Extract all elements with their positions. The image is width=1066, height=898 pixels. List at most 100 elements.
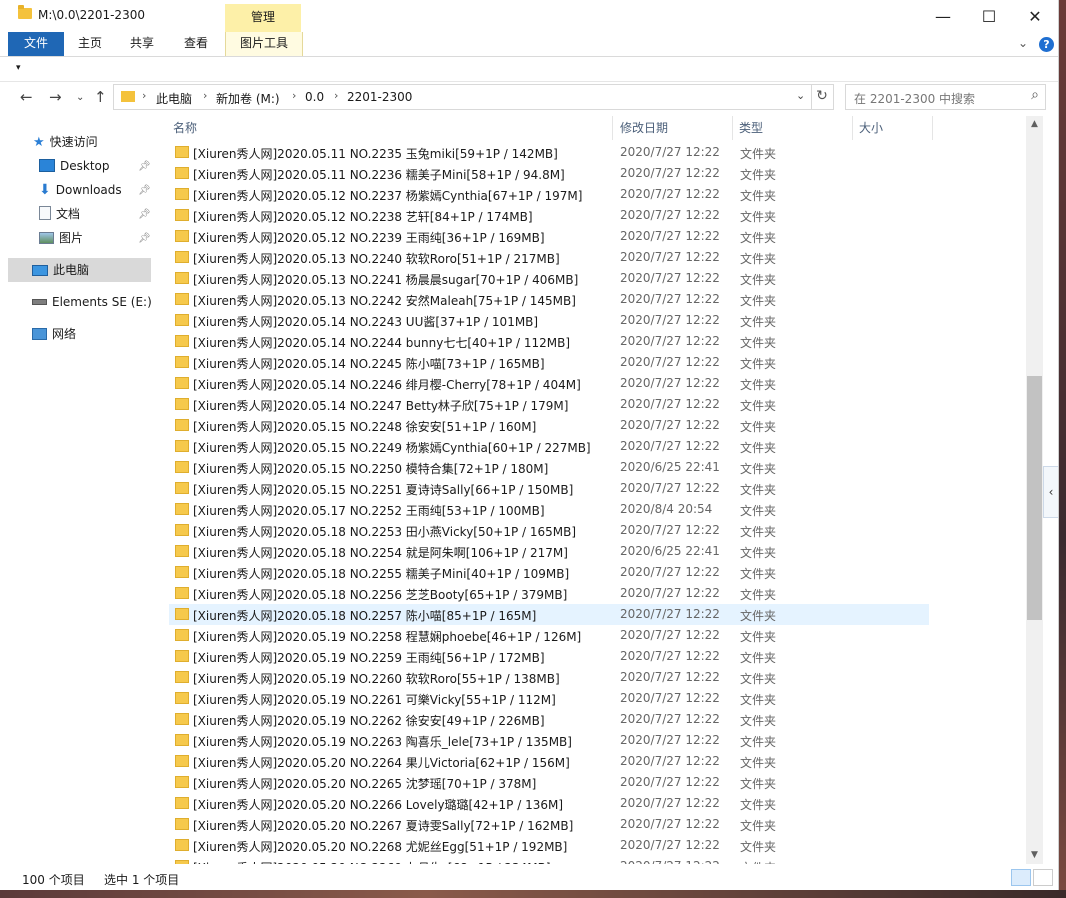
- up-arrow-icon[interactable]: ↑: [94, 88, 107, 106]
- table-row[interactable]: [Xiuren秀人网]2020.05.13 NO.2242 安然Maleah[7…: [169, 289, 929, 310]
- table-row[interactable]: [Xiuren秀人网]2020.05.14 NO.2245 陈小喵[73+1P …: [169, 352, 929, 373]
- column-header-type[interactable]: 类型: [733, 116, 853, 140]
- address-dropdown-icon[interactable]: ⌄: [796, 89, 805, 102]
- file-type: 文件夹: [740, 252, 777, 266]
- tab-view[interactable]: 查看: [176, 32, 216, 56]
- file-type: 文件夹: [740, 420, 777, 434]
- table-row[interactable]: [Xiuren秀人网]2020.05.15 NO.2249 杨紫嫣Cynthia…: [169, 436, 929, 457]
- table-row[interactable]: [Xiuren秀人网]2020.05.14 NO.2243 UU酱[37+1P …: [169, 310, 929, 331]
- nav-pictures[interactable]: 图片: [39, 227, 83, 249]
- search-box[interactable]: 在 2201-2300 中搜索 ⌕: [845, 84, 1046, 110]
- scroll-down-icon[interactable]: ▼: [1026, 847, 1043, 864]
- chevron-right-icon[interactable]: ›: [334, 89, 338, 102]
- context-tab-manage[interactable]: 管理: [225, 4, 301, 32]
- nav-documents[interactable]: 文档: [39, 203, 80, 225]
- table-row[interactable]: [Xiuren秀人网]2020.05.18 NO.2255 糯美子Mini[40…: [169, 562, 929, 583]
- table-row[interactable]: [Xiuren秀人网]2020.05.14 NO.2247 Betty林子欣[7…: [169, 394, 929, 415]
- column-header-name[interactable]: 名称: [169, 116, 613, 140]
- column-header-date[interactable]: 修改日期: [613, 116, 733, 140]
- recent-dropdown-icon[interactable]: ⌄: [76, 92, 84, 103]
- scroll-up-icon[interactable]: ▲: [1026, 116, 1043, 133]
- status-bar: 100 个项目 选中 1 个项目: [0, 866, 1058, 890]
- close-button[interactable]: ✕: [1012, 0, 1058, 32]
- file-date: 2020/7/27 12:22: [620, 292, 720, 306]
- tab-home[interactable]: 主页: [70, 32, 110, 56]
- table-row[interactable]: [Xiuren秀人网]2020.05.13 NO.2240 软软Roro[51+…: [169, 247, 929, 268]
- details-view-icon[interactable]: [1011, 869, 1031, 886]
- table-row[interactable]: [Xiuren秀人网]2020.05.12 NO.2238 艺轩[84+1P /…: [169, 205, 929, 226]
- table-row[interactable]: [Xiuren秀人网]2020.05.19 NO.2260 软软Roro[55+…: [169, 667, 929, 688]
- table-row[interactable]: [Xiuren秀人网]2020.05.15 NO.2250 模特合集[72+1P…: [169, 457, 929, 478]
- folder-icon: [175, 839, 189, 851]
- picture-icon: [39, 232, 54, 244]
- nav-this-pc[interactable]: 此电脑: [32, 259, 89, 281]
- chevron-right-icon[interactable]: ›: [292, 89, 296, 102]
- table-row[interactable]: [Xiuren秀人网]2020.05.11 NO.2236 糯美子Mini[58…: [169, 163, 929, 184]
- nav-quick-access[interactable]: ★ 快速访问: [33, 131, 98, 153]
- breadcrumb-this-pc[interactable]: 此电脑: [156, 90, 192, 107]
- customize-toolbar-icon[interactable]: ▾: [16, 63, 21, 73]
- nav-desktop[interactable]: Desktop: [39, 155, 110, 177]
- tab-file[interactable]: 文件: [8, 32, 64, 56]
- tab-share[interactable]: 共享: [122, 32, 162, 56]
- table-row[interactable]: [Xiuren秀人网]2020.05.12 NO.2237 杨紫嫣Cynthia…: [169, 184, 929, 205]
- file-date: 2020/7/27 12:22: [620, 754, 720, 768]
- pin-icon[interactable]: 📌︎: [138, 185, 151, 196]
- nav-downloads[interactable]: ⬇ Downloads: [39, 179, 122, 201]
- table-row[interactable]: [Xiuren秀人网]2020.05.15 NO.2251 夏诗诗Sally[6…: [169, 478, 929, 499]
- table-row[interactable]: [Xiuren秀人网]2020.05.20 NO.2266 Lovely璐璐[4…: [169, 793, 929, 814]
- chevron-right-icon[interactable]: ›: [203, 89, 207, 102]
- table-row[interactable]: [Xiuren秀人网]2020.05.19 NO.2261 可樂Vicky[55…: [169, 688, 929, 709]
- breadcrumb-volume[interactable]: 新加卷 (M:): [216, 90, 280, 107]
- help-icon[interactable]: ?: [1039, 37, 1054, 52]
- breadcrumb-folder-0-0[interactable]: 0.0: [305, 90, 324, 104]
- minimize-button[interactable]: —: [920, 0, 966, 32]
- chevron-right-icon[interactable]: ›: [142, 89, 146, 102]
- table-row[interactable]: [Xiuren秀人网]2020.05.19 NO.2258 程慧娴phoebe[…: [169, 625, 929, 646]
- file-name: [Xiuren秀人网]2020.05.13 NO.2240 软软Roro[51+…: [193, 252, 560, 266]
- table-row[interactable]: [Xiuren秀人网]2020.05.17 NO.2252 王雨纯[53+1P …: [169, 499, 929, 520]
- refresh-icon[interactable]: ↻: [811, 84, 834, 110]
- table-row[interactable]: [Xiuren秀人网]2020.05.18 NO.2256 芝芝Booty[65…: [169, 583, 929, 604]
- preview-pane-toggle-chevron-icon[interactable]: ‹: [1043, 466, 1058, 518]
- table-row[interactable]: [Xiuren秀人网]2020.05.18 NO.2253 田小燕Vicky[5…: [169, 520, 929, 541]
- table-row[interactable]: [Xiuren秀人网]2020.05.19 NO.2262 徐安安[49+1P …: [169, 709, 929, 730]
- column-header-size[interactable]: 大小: [853, 116, 933, 140]
- search-input[interactable]: 在 2201-2300 中搜索: [854, 90, 975, 107]
- vertical-scrollbar[interactable]: ▲ ▼: [1026, 116, 1043, 864]
- nav-network[interactable]: 网络: [32, 323, 76, 345]
- nav-label: 此电脑: [53, 263, 90, 277]
- address-bar[interactable]: › 此电脑 › 新加卷 (M:) › 0.0 › 2201-2300 ⌄: [113, 84, 812, 110]
- table-row[interactable]: [Xiuren秀人网]2020.05.18 NO.2254 就是阿朱啊[106+…: [169, 541, 929, 562]
- table-row[interactable]: [Xiuren秀人网]2020.05.12 NO.2239 王雨纯[36+1P …: [169, 226, 929, 247]
- table-row[interactable]: [Xiuren秀人网]2020.05.19 NO.2259 王雨纯[56+1P …: [169, 646, 929, 667]
- forward-arrow-icon[interactable]: →: [49, 88, 62, 106]
- table-row[interactable]: [Xiuren秀人网]2020.05.19 NO.2263 陶喜乐_lele[7…: [169, 730, 929, 751]
- table-row[interactable]: [Xiuren秀人网]2020.05.13 NO.2241 杨晨晨sugar[7…: [169, 268, 929, 289]
- scrollbar-thumb[interactable]: [1027, 376, 1042, 620]
- large-icons-view-icon[interactable]: [1033, 869, 1053, 886]
- back-arrow-icon[interactable]: ←: [20, 88, 33, 106]
- table-row[interactable]: [Xiuren秀人网]2020.05.20 NO.2265 沈梦瑶[70+1P …: [169, 772, 929, 793]
- pin-icon[interactable]: 📌︎: [138, 161, 151, 172]
- table-row[interactable]: [Xiuren秀人网]2020.05.15 NO.2248 徐安安[51+1P …: [169, 415, 929, 436]
- maximize-button[interactable]: ☐: [966, 0, 1012, 32]
- table-row[interactable]: [Xiuren秀人网]2020.05.11 NO.2235 玉兔miki[59+…: [169, 142, 929, 163]
- ribbon-tabs: 文件 主页 共享 查看 图片工具 ⌄: [0, 32, 1058, 57]
- folder-icon: [175, 776, 189, 788]
- nav-elements-drive[interactable]: Elements SE (E:): [32, 291, 152, 313]
- tab-picture-tools[interactable]: 图片工具: [225, 32, 303, 56]
- file-type: 文件夹: [740, 273, 777, 287]
- breadcrumb-current[interactable]: 2201-2300: [347, 90, 412, 104]
- ribbon-expand-chevron-icon[interactable]: ⌄: [1018, 36, 1028, 50]
- pin-icon[interactable]: 📌︎: [138, 209, 151, 220]
- table-row[interactable]: [Xiuren秀人网]2020.05.20 NO.2264 果儿Victoria…: [169, 751, 929, 772]
- pin-icon[interactable]: 📌︎: [138, 233, 151, 244]
- table-row[interactable]: [Xiuren秀人网]2020.05.20 NO.2269 九月生_[68+1P…: [169, 856, 929, 864]
- table-row[interactable]: [Xiuren秀人网]2020.05.20 NO.2267 夏诗雯Sally[7…: [169, 814, 929, 835]
- table-row[interactable]: [Xiuren秀人网]2020.05.14 NO.2244 bunny七七[40…: [169, 331, 929, 352]
- table-row[interactable]: [Xiuren秀人网]2020.05.18 NO.2257 陈小喵[85+1P …: [169, 604, 929, 625]
- nav-label: 网络: [52, 327, 77, 341]
- table-row[interactable]: [Xiuren秀人网]2020.05.14 NO.2246 绯月樱-Cherry…: [169, 373, 929, 394]
- table-row[interactable]: [Xiuren秀人网]2020.05.20 NO.2268 尤妮丝Egg[51+…: [169, 835, 929, 856]
